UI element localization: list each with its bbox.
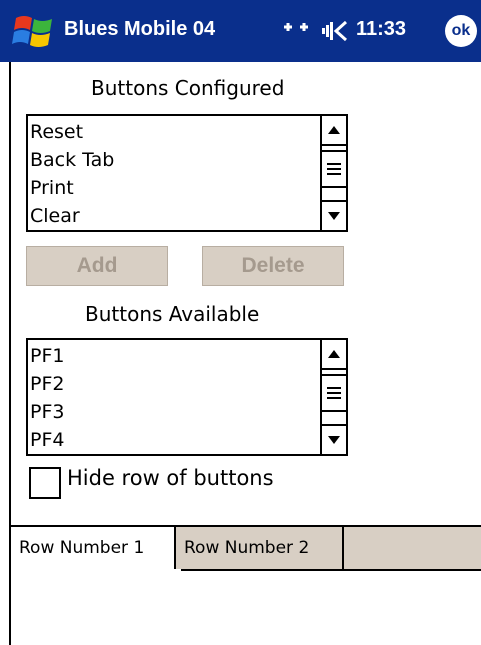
list-item[interactable]: Clear (30, 202, 114, 230)
list-item[interactable]: PF3 (30, 398, 64, 426)
speaker-icon[interactable] (322, 18, 350, 44)
arrow-up-icon (328, 126, 340, 134)
available-list: PF1 PF2 PF3 PF4 (30, 342, 64, 454)
list-item[interactable]: Print (30, 174, 114, 202)
delete-button[interactable]: Delete (202, 246, 344, 286)
arrow-up-icon (328, 350, 340, 358)
list-item[interactable]: PF4 (30, 426, 64, 454)
list-item[interactable]: PF2 (30, 370, 64, 398)
tab-row-number-1[interactable]: Row Number 1 (11, 527, 181, 571)
available-listbox[interactable]: PF1 PF2 PF3 PF4 (26, 338, 348, 456)
configured-listbox[interactable]: Reset Back Tab Print Clear (26, 114, 348, 232)
add-button[interactable]: Add (26, 246, 168, 286)
buttons-configured-label: Buttons Configured (91, 76, 285, 100)
scroll-down-button[interactable] (322, 200, 346, 230)
scroll-up-button[interactable] (322, 116, 346, 146)
hide-row-checkbox[interactable] (29, 467, 61, 499)
configured-list: Reset Back Tab Print Clear (30, 118, 114, 230)
windows-start-icon[interactable] (12, 10, 56, 52)
scroll-up-button[interactable] (322, 340, 346, 370)
ok-button[interactable]: ok (445, 15, 477, 47)
scroll-down-button[interactable] (322, 424, 346, 454)
title-bar: Blues Mobile 04 11:33 ok (0, 0, 481, 62)
connectivity-icon[interactable] (282, 17, 316, 42)
buttons-available-label: Buttons Available (85, 302, 260, 326)
hide-row-label[interactable]: Hide row of buttons (67, 466, 274, 490)
clock[interactable]: 11:33 (356, 18, 406, 41)
tab-row-number-2[interactable]: Row Number 2 (174, 527, 344, 569)
list-item[interactable]: Back Tab (30, 146, 114, 174)
list-item[interactable]: PF1 (30, 342, 64, 370)
tab-bar: Row Number 1 Row Number 2 (11, 525, 481, 571)
content-area: Buttons Configured Reset Back Tab Print … (9, 62, 481, 645)
vertical-scrollbar[interactable] (320, 340, 346, 454)
app-title: Blues Mobile 04 (64, 18, 216, 40)
arrow-down-icon (328, 436, 340, 444)
list-item[interactable]: Reset (30, 118, 114, 146)
scroll-thumb[interactable] (322, 150, 346, 188)
scroll-thumb[interactable] (322, 374, 346, 412)
vertical-scrollbar[interactable] (320, 116, 346, 230)
arrow-down-icon (328, 212, 340, 220)
